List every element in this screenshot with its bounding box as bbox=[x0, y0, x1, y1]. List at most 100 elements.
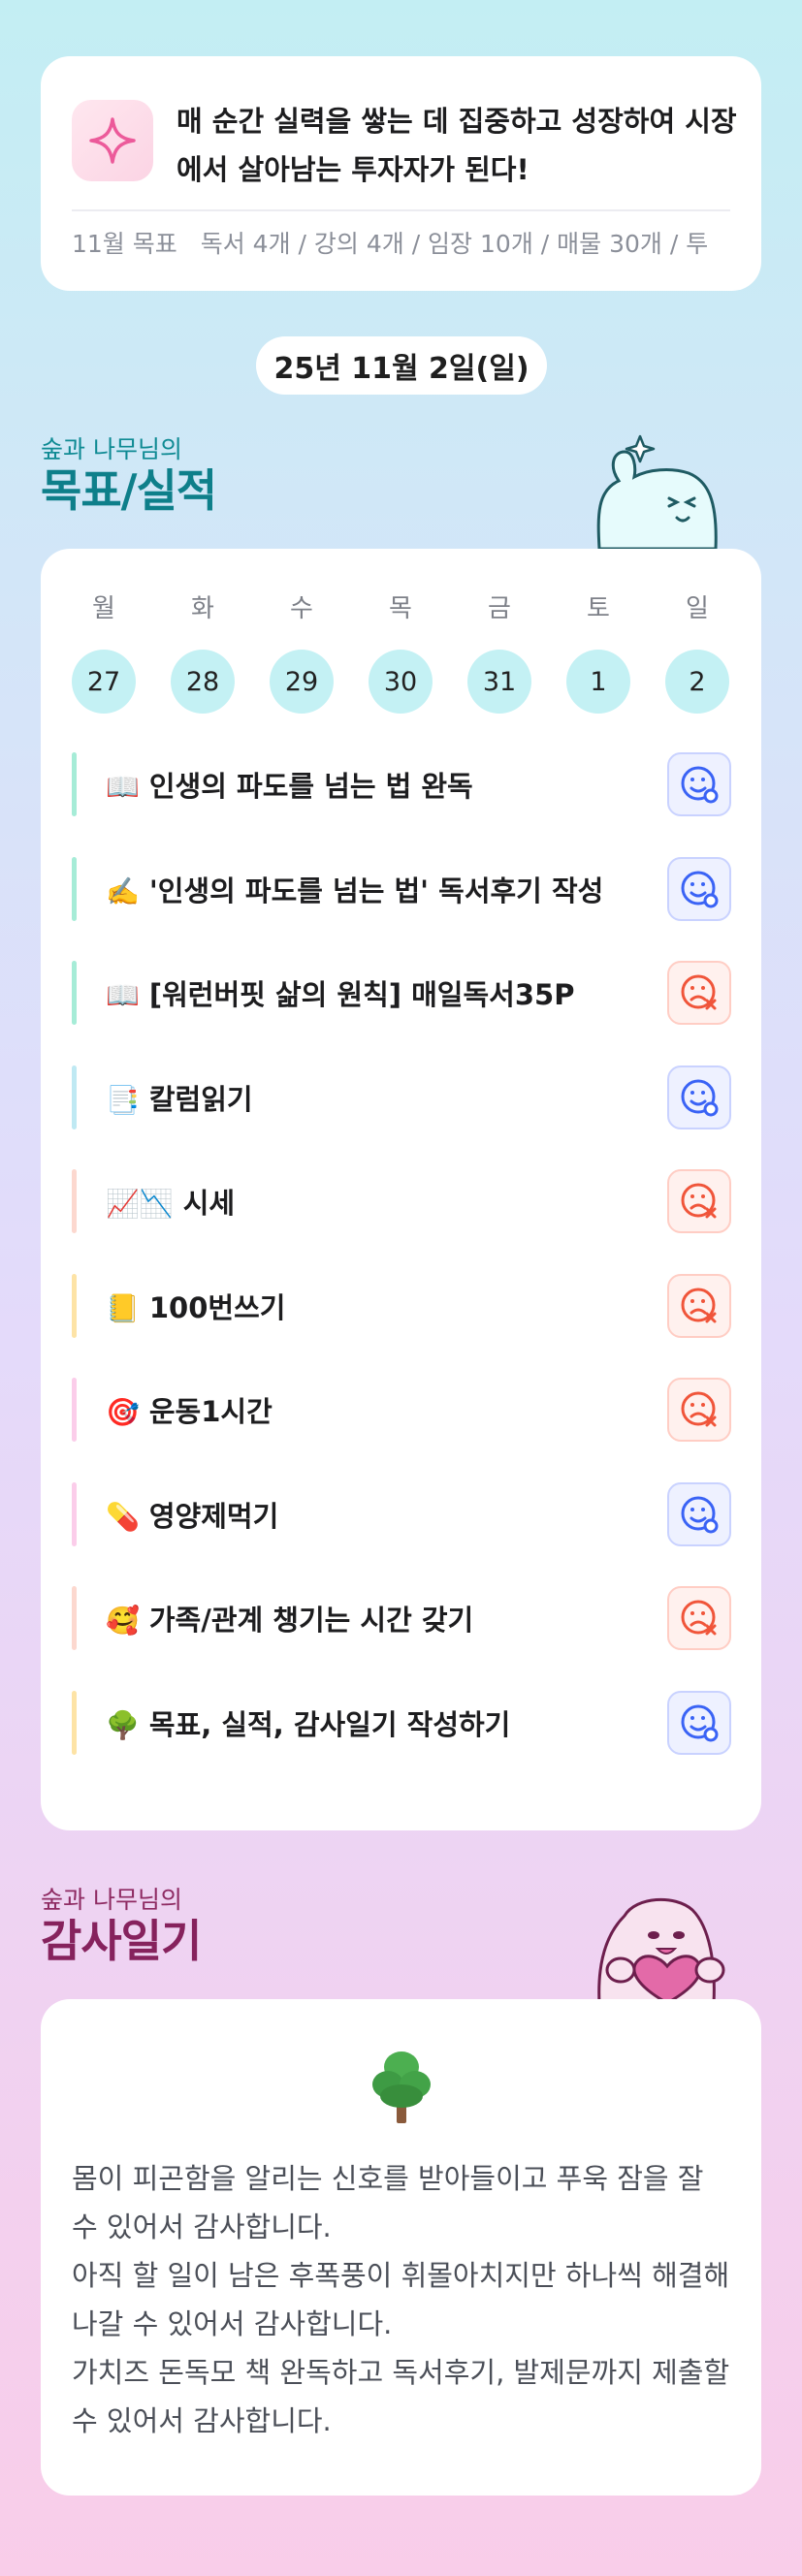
task-row[interactable]: 🥰 가족/관계 챙기는 시간 갖기 bbox=[72, 1586, 731, 1650]
missed-frown-icon[interactable] bbox=[667, 1586, 731, 1650]
done-smile-icon[interactable] bbox=[667, 1481, 731, 1546]
task-row[interactable]: 📖 [워런버핏 삶의 원칙] 매일독서35P bbox=[72, 961, 731, 1025]
task-label: [워런버핏 삶의 원칙] 매일독서35P bbox=[148, 978, 575, 1011]
task-emoji-icon: ✍️ bbox=[106, 875, 140, 907]
task-label: 목표, 실적, 감사일기 작성하기 bbox=[148, 1707, 511, 1741]
task-item: 🌳 목표, 실적, 감사일기 작성하기 bbox=[106, 1702, 667, 1743]
weekday-label: 수 bbox=[290, 594, 313, 623]
done-smile-icon[interactable] bbox=[667, 1690, 731, 1755]
task-category-bar bbox=[72, 856, 77, 921]
task-item: 📈📉 시세 bbox=[106, 1181, 667, 1222]
task-label: 운동1시간 bbox=[148, 1395, 273, 1428]
date-circle[interactable]: 29 bbox=[270, 650, 334, 714]
day-column[interactable]: 일2 bbox=[665, 589, 729, 714]
missed-frown-icon[interactable] bbox=[667, 1378, 731, 1442]
month-goal-targets: 독서 4개 / 강의 4개 / 임장 10개 / 매물 30개 / 투 bbox=[200, 230, 709, 258]
task-emoji-icon: 📖 bbox=[106, 771, 140, 803]
day-column[interactable]: 화 28 bbox=[171, 589, 235, 714]
task-category-bar bbox=[72, 1690, 77, 1755]
sparkle-icon bbox=[72, 100, 153, 181]
task-label: '인생의 파도를 넘는 법' 독서후기 작성 bbox=[148, 874, 604, 907]
missed-frown-icon[interactable] bbox=[667, 961, 731, 1025]
task-emoji-icon: 🥰 bbox=[106, 1605, 140, 1637]
done-smile-icon[interactable] bbox=[667, 1065, 731, 1129]
gratitude-line: 가치즈 돈독모 책 완독하고 독서후기, 발제문까지 제출할 수 있어서 감사합… bbox=[72, 2356, 730, 2437]
task-row[interactable]: 🌳 목표, 실적, 감사일기 작성하기 bbox=[72, 1690, 731, 1755]
goal-card: 매 순간 실력을 쌓는 데 집중하고 성장하여 시장에서 살아남는 투자자가 된… bbox=[41, 56, 761, 291]
goal-statement: 매 순간 실력을 쌓는 데 집중하고 성장하여 시장에서 살아남는 투자자가 된… bbox=[176, 105, 737, 186]
gratitude-line: 몸이 피곤함을 알리는 신호를 받아들이고 푸욱 잠을 잘 수 있어서 감사합니… bbox=[72, 2162, 704, 2243]
done-smile-icon[interactable] bbox=[667, 752, 731, 816]
missed-frown-icon[interactable] bbox=[667, 1273, 731, 1338]
task-item: 🎯 운동1시간 bbox=[106, 1389, 667, 1430]
task-label: 인생의 파도를 넘는 법 완독 bbox=[148, 770, 473, 803]
weekday-label: 월 bbox=[92, 594, 115, 623]
weekday-label: 목 bbox=[389, 594, 412, 623]
gratitude-entries: 몸이 피곤함을 알리는 신호를 받아들이고 푸욱 잠을 잘 수 있어서 감사합니… bbox=[72, 2154, 731, 2445]
task-category-bar bbox=[72, 1481, 77, 1546]
tree-icon bbox=[372, 2051, 431, 2123]
task-emoji-icon: 🎯 bbox=[106, 1396, 140, 1428]
done-smile-icon[interactable] bbox=[667, 856, 731, 921]
missed-frown-icon[interactable] bbox=[667, 1169, 731, 1233]
task-category-bar bbox=[72, 961, 77, 1025]
task-category-bar bbox=[72, 752, 77, 816]
date-circle[interactable]: 2 bbox=[665, 650, 729, 714]
task-emoji-icon: 📖 bbox=[106, 979, 140, 1011]
day-column[interactable]: 금 31 bbox=[467, 589, 531, 714]
section-title-goals: 목표/실적 bbox=[41, 464, 217, 517]
task-item: 📖 인생의 파도를 넘는 법 완독 bbox=[106, 764, 667, 805]
monthly-goals: 11월 목표 독서 4개 / 강의 4개 / 임장 10개 / 매물 30개 /… bbox=[72, 221, 731, 268]
task-item: 📑 칼럼읽기 bbox=[106, 1077, 667, 1118]
task-row[interactable]: 📖 인생의 파도를 넘는 법 완독 bbox=[72, 752, 731, 816]
heart-mascot-character bbox=[597, 1897, 725, 2003]
task-row[interactable]: 📒 100번쓰기 bbox=[72, 1273, 731, 1338]
date-circle[interactable]: 28 bbox=[171, 650, 235, 714]
task-row[interactable]: 📈📉 시세 bbox=[72, 1169, 731, 1233]
task-category-bar bbox=[72, 1586, 77, 1650]
task-item: 📖 [워런버핏 삶의 원칙] 매일독서35P bbox=[106, 972, 667, 1013]
task-row[interactable]: 🎯 운동1시간 bbox=[72, 1378, 731, 1442]
task-item: 📒 100번쓰기 bbox=[106, 1286, 667, 1326]
task-item: 🥰 가족/관계 챙기는 시간 갖기 bbox=[106, 1598, 667, 1638]
weekday-label: 토 bbox=[587, 594, 610, 623]
section-title-gratitude: 감사일기 bbox=[41, 1915, 202, 1967]
date-circle[interactable]: 31 bbox=[467, 650, 531, 714]
weekday-label: 일 bbox=[686, 594, 709, 623]
task-emoji-icon: 📈📉 bbox=[106, 1188, 174, 1220]
task-item: ✍️ '인생의 파도를 넘는 법' 독서후기 작성 bbox=[106, 869, 667, 909]
date-circle[interactable]: 27 bbox=[72, 650, 136, 714]
mascot-character bbox=[596, 434, 718, 549]
task-label: 영양제먹기 bbox=[148, 1499, 279, 1533]
task-row[interactable]: 💊 영양제먹기 bbox=[72, 1481, 731, 1546]
task-emoji-icon: 📒 bbox=[106, 1291, 140, 1324]
day-column[interactable]: 토1 bbox=[566, 589, 630, 714]
weekday-label: 금 bbox=[488, 594, 511, 623]
date-circle[interactable]: 1 bbox=[566, 650, 630, 714]
day-column[interactable]: 수 29 bbox=[270, 589, 334, 714]
month-goal-label: 11월 목표 bbox=[72, 230, 177, 258]
task-category-bar bbox=[72, 1378, 77, 1442]
current-date: 25년 11월 2일(일) bbox=[256, 336, 547, 395]
task-row[interactable]: ✍️ '인생의 파도를 넘는 법' 독서후기 작성 bbox=[72, 856, 731, 921]
date-circle[interactable]: 30 bbox=[369, 650, 433, 714]
task-category-bar bbox=[72, 1273, 77, 1338]
weekday-label: 화 bbox=[191, 594, 214, 623]
task-label: 칼럼읽기 bbox=[148, 1082, 253, 1116]
task-item: 💊 영양제먹기 bbox=[106, 1494, 667, 1535]
task-label: 100번쓰기 bbox=[148, 1290, 286, 1324]
task-category-bar bbox=[72, 1065, 77, 1129]
divider bbox=[72, 209, 730, 211]
day-column[interactable]: 목 30 bbox=[369, 589, 433, 714]
task-category-bar bbox=[72, 1169, 77, 1233]
day-column[interactable]: 월 27 bbox=[72, 589, 136, 714]
task-row[interactable]: 📑 칼럼읽기 bbox=[72, 1065, 731, 1129]
task-emoji-icon: 📑 bbox=[106, 1083, 140, 1116]
gratitude-line: 아직 할 일이 남은 후폭풍이 휘몰아치지만 하나씩 해결해 나갈 수 있어서 … bbox=[72, 2259, 730, 2340]
task-emoji-icon: 🌳 bbox=[106, 1708, 140, 1741]
task-label: 가족/관계 챙기는 시간 갖기 bbox=[148, 1604, 474, 1637]
gratitude-card: 몸이 피곤함을 알리는 신호를 받아들이고 푸욱 잠을 잘 수 있어서 감사합니… bbox=[41, 1999, 761, 2496]
goals-card: 월 27 화 28 수 29 목 30 금 31 토 1 일 2 📖 인생의 파도를 넘는 법 완독 ✍️ '인… bbox=[41, 549, 761, 1830]
task-label: 시세 bbox=[182, 1187, 236, 1220]
task-emoji-icon: 💊 bbox=[106, 1500, 140, 1533]
